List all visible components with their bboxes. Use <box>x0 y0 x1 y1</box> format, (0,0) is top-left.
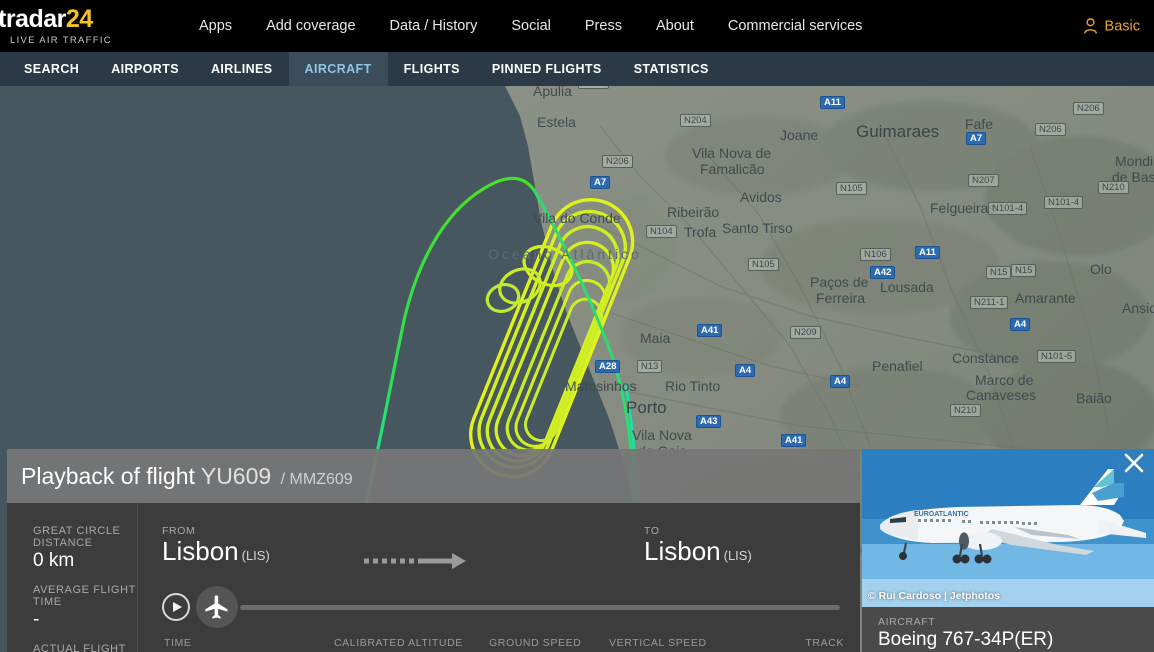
top-nav-item-data-history[interactable]: Data / History <box>373 12 495 40</box>
sub-nav-item-aircraft[interactable]: AIRCRAFT <box>288 52 388 86</box>
playback-panel-body: GREAT CIRCLE DISTANCE 0 km AVERAGE FLIGHT … <box>7 503 860 652</box>
close-button[interactable] <box>1114 449 1154 483</box>
airplane-icon <box>205 595 228 619</box>
route-origin[interactable]: FROM Lisbon (LIS) <box>162 525 362 565</box>
column-header-time[interactable]: TIME <box>164 637 334 649</box>
route-origin-code: (LIS) <box>241 548 270 563</box>
route-direction-arrow <box>362 551 472 571</box>
column-header-ground-speed[interactable]: GROUND SPEED <box>489 637 609 649</box>
user-account-label: Basic <box>1104 18 1140 34</box>
column-header-track[interactable]: TRACK <box>754 637 844 649</box>
stat-value: 0 km <box>33 550 75 571</box>
playback-title: Playback of flight YU609 / MMZ609 <box>21 463 353 490</box>
playback-flight-number: YU609 <box>200 462 272 489</box>
playback-callsign: / MMZ609 <box>276 470 353 488</box>
route-destination-code: (LIS) <box>723 548 752 563</box>
top-nav-menu: Apps Add coverage Data / History Social Pres… <box>182 12 879 40</box>
playback-controls <box>162 586 844 628</box>
data-column-headers: TIME CALIBRATED ALTITUDE GROUND SPEED VERTI… <box>162 637 844 649</box>
route-destination-city: Lisbon (LIS) <box>644 536 752 566</box>
user-account-button[interactable]: Basic <box>1083 18 1140 35</box>
logo-text-accent: 24 <box>65 4 93 33</box>
timeline-handle[interactable] <box>196 586 238 628</box>
stat-value: - <box>33 609 40 630</box>
flight-stats-column: GREAT CIRCLE DISTANCE 0 km AVERAGE FLIGHT … <box>7 503 138 652</box>
top-navigation-bar: tradar24 LIVE AIR TRAFFIC Apps Add covera… <box>0 0 1154 52</box>
play-button[interactable] <box>162 593 190 621</box>
route-and-player-column: FROM Lisbon (LIS) TO Lisbon (LIS) TIME C… <box>138 503 860 652</box>
aircraft-meta: AIRCRAFT Boeing 767-34P(ER) <box>862 607 1154 651</box>
sub-nav-item-flights[interactable]: FLIGHTS <box>388 52 476 86</box>
aircraft-label: AIRCRAFT <box>878 616 936 628</box>
aircraft-model: Boeing 767-34P(ER) <box>878 629 1054 650</box>
aircraft-info-panel: EUROATLANTIC © Rui Cardoso | Jetphotos A… <box>862 449 1154 652</box>
user-icon <box>1083 18 1097 34</box>
aircraft-photo-image: EUROATLANTIC <box>862 449 1154 607</box>
logo-tagline: LIVE AIR TRAFFIC <box>10 34 112 46</box>
aircraft-photo[interactable]: EUROATLANTIC © Rui Cardoso | Jetphotos <box>862 449 1154 607</box>
svg-text:EUROATLANTIC: EUROATLANTIC <box>914 511 969 518</box>
logo-text-primary: tradar <box>0 4 66 33</box>
top-nav-item-add-coverage[interactable]: Add coverage <box>249 12 372 40</box>
sub-nav-item-airlines[interactable]: AIRLINES <box>195 52 289 86</box>
flightradar-app: Oceano Atlântico FaoApuliaEstelaJoaneGui… <box>0 0 1154 652</box>
top-nav-item-social[interactable]: Social <box>494 12 568 40</box>
sub-nav-item-statistics[interactable]: STATISTICS <box>618 52 725 86</box>
sub-nav-item-pinned-flights[interactable]: PINNED FLIGHTS <box>476 52 618 86</box>
panel-left-edge <box>0 446 7 652</box>
top-nav-item-apps[interactable]: Apps <box>182 12 249 40</box>
stat-label: GREAT CIRCLE DISTANCE <box>33 525 121 549</box>
top-nav-item-about[interactable]: About <box>639 12 711 40</box>
playback-title-prefix: Playback of flight <box>21 462 201 489</box>
column-header-calibrated-altitude[interactable]: CALIBRATED ALTITUDE <box>334 637 489 649</box>
sub-navigation-bar: SEARCH AIRPORTS AIRLINES AIRCRAFT FLIGHTS PIN… <box>0 52 1154 86</box>
stat-label: ACTUAL FLIGHT TIME <box>33 643 126 652</box>
close-icon <box>1124 453 1144 473</box>
playback-timeline[interactable] <box>196 586 844 628</box>
play-icon <box>173 602 182 612</box>
route-row: FROM Lisbon (LIS) TO Lisbon (LIS) <box>162 525 844 571</box>
column-header-vertical-speed[interactable]: VERTICAL SPEED <box>609 637 754 649</box>
sub-nav-item-airports[interactable]: AIRPORTS <box>95 52 195 86</box>
timeline-track[interactable] <box>240 604 840 610</box>
sub-nav-item-search[interactable]: SEARCH <box>8 52 95 86</box>
playback-panel-header: Playback of flight YU609 / MMZ609 <box>7 449 860 503</box>
route-origin-city: Lisbon (LIS) <box>162 536 270 566</box>
route-destination[interactable]: TO Lisbon (LIS) <box>644 525 844 565</box>
photo-credit: © Rui Cardoso | Jetphotos <box>868 590 1001 602</box>
stat-label: AVERAGE FLIGHT TIME <box>33 584 136 608</box>
arrow-icon <box>364 553 466 569</box>
site-logo[interactable]: tradar24 LIVE AIR TRAFFIC <box>0 0 160 52</box>
top-nav-item-press[interactable]: Press <box>568 12 639 40</box>
top-nav-item-commercial-services[interactable]: Commercial services <box>711 12 880 40</box>
